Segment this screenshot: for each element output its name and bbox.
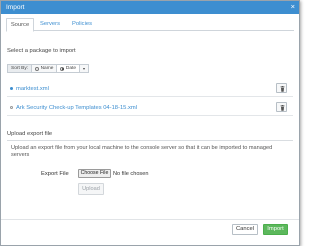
chevron-down-icon <box>83 67 85 70</box>
radio-icon <box>35 66 40 71</box>
export-file-label: Export File <box>41 171 69 177</box>
divider <box>7 140 293 141</box>
dialog-title: Import <box>6 4 25 11</box>
upload-button[interactable]: Upload <box>78 183 104 195</box>
sort-by-label: Sort By: <box>8 65 33 72</box>
trash-icon <box>280 105 284 111</box>
package-row[interactable]: marktest.xml <box>7 81 293 97</box>
sort-date-option[interactable]: Date <box>57 65 80 72</box>
tab-servers[interactable]: Servers <box>37 18 63 31</box>
cancel-button[interactable]: Cancel <box>232 224 258 235</box>
delete-package-button[interactable] <box>276 83 287 93</box>
delete-package-button[interactable] <box>276 102 287 112</box>
import-dialog: Import × Source Servers Policies Select … <box>0 0 300 246</box>
sort-name-option[interactable]: Name <box>32 65 58 72</box>
tab-policies[interactable]: Policies <box>69 18 95 31</box>
sort-name-label: Name <box>40 66 54 71</box>
upload-section-title: Upload export file <box>7 131 53 137</box>
sort-direction-dropdown[interactable] <box>80 65 88 72</box>
sort-bar: Sort By: Name Date <box>7 64 89 73</box>
select-package-label: Select a package to import <box>7 48 76 54</box>
tab-bar: Source Servers Policies <box>6 18 294 32</box>
import-button[interactable]: Import <box>263 224 288 235</box>
package-row[interactable]: Ark Security Check-up Templates 04-18-15… <box>7 100 293 116</box>
choose-file-button[interactable]: Choose File <box>78 169 111 178</box>
package-name[interactable]: marktest.xml <box>16 86 49 92</box>
footer-divider <box>1 219 299 220</box>
dot-icon <box>10 106 13 109</box>
radio-selected-icon <box>60 66 65 71</box>
no-file-chosen-text: No file chosen <box>113 170 149 177</box>
package-name[interactable]: Ark Security Check-up Templates 04-18-15… <box>16 105 137 111</box>
trash-icon <box>280 86 284 92</box>
upload-description: Upload an export file from your local ma… <box>11 145 273 158</box>
tab-source[interactable]: Source <box>6 18 34 32</box>
dot-icon <box>10 87 13 90</box>
close-icon[interactable]: × <box>291 3 295 11</box>
title-bar: Import × <box>1 1 299 14</box>
sort-date-label: Date <box>65 66 76 71</box>
